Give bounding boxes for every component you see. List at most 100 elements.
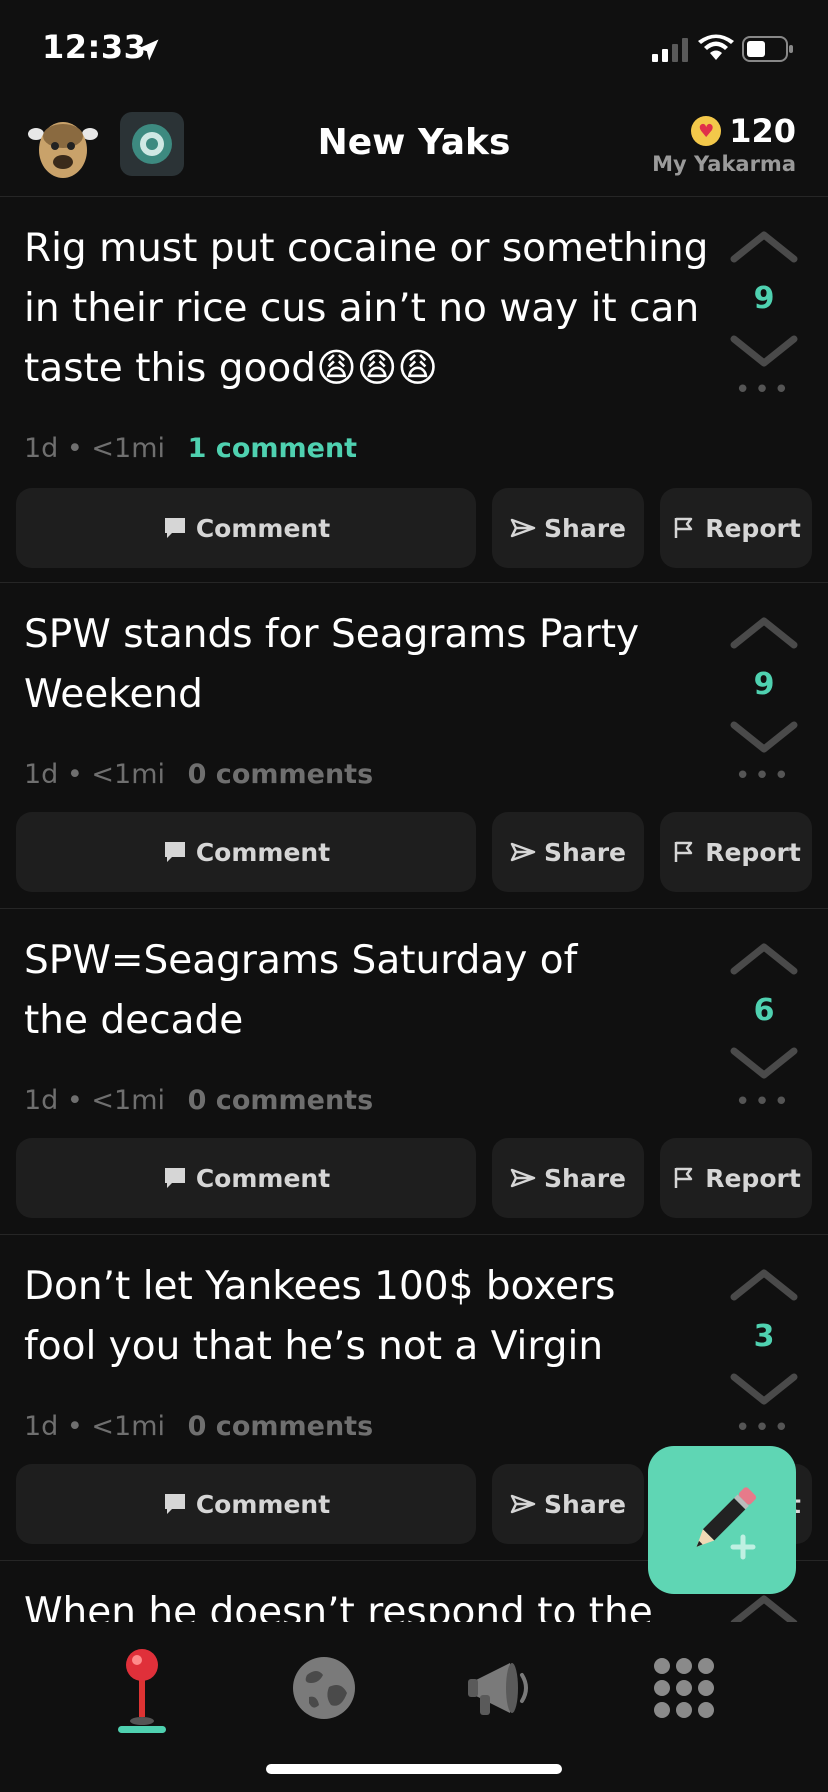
vote-score: 6 <box>753 993 775 1028</box>
post-actions: Comment Share Report <box>16 1138 812 1218</box>
wifi-icon <box>698 34 734 60</box>
share-button[interactable]: Share <box>492 1464 644 1544</box>
status-bar: 12:33 <box>0 0 828 100</box>
report-button-label: Report <box>705 1163 801 1193</box>
post-meta: 1d • <1mi 0 comments <box>24 759 374 790</box>
comment-button[interactable]: Comment <box>16 1464 476 1544</box>
post-text[interactable]: Don’t let Yankees 100$ boxers fool you t… <box>24 1257 664 1377</box>
post-age: 1d <box>24 1411 59 1442</box>
upvote-chevron-icon[interactable] <box>728 227 800 265</box>
more-options-icon[interactable]: ••• <box>728 1087 800 1117</box>
send-icon <box>510 842 536 862</box>
joystick-icon <box>126 1649 158 1725</box>
active-tab-indicator <box>118 1726 166 1733</box>
post-age: 1d <box>24 759 59 790</box>
post-distance: <1mi <box>91 433 166 464</box>
comment-count-link[interactable]: 1 comment <box>188 433 357 464</box>
report-button-label: Report <box>705 837 801 867</box>
post-distance: <1mi <box>91 1085 166 1116</box>
post-text[interactable]: SPW stands for Seagrams Party Weekend <box>24 605 714 725</box>
vote-control: 9 ••• <box>728 227 800 405</box>
grid-icon <box>654 1658 714 1718</box>
share-button[interactable]: Share <box>492 488 644 568</box>
more-options-icon[interactable]: ••• <box>728 761 800 791</box>
post-card: Rig must put cocaine or something in the… <box>0 197 828 583</box>
share-button[interactable]: Share <box>492 812 644 892</box>
comment-button-label: Comment <box>195 1163 331 1193</box>
yakarma-score[interactable]: ♥ 120 <box>691 112 796 150</box>
comment-bubble-icon <box>164 842 185 862</box>
comment-count-link[interactable]: 0 comments <box>188 1411 374 1442</box>
post-card: SPW=Seagrams Saturday of the decade 1d •… <box>0 909 828 1235</box>
comment-count-link[interactable]: 0 comments <box>188 1085 374 1116</box>
post-distance: <1mi <box>91 1411 166 1442</box>
nav-home[interactable] <box>92 1638 192 1738</box>
share-button-label: Share <box>544 1489 626 1519</box>
signal-icon <box>652 38 688 62</box>
vote-control: 3 ••• <box>728 1265 800 1443</box>
downvote-chevron-icon[interactable] <box>728 333 800 371</box>
more-options-icon[interactable]: ••• <box>728 375 800 405</box>
post-text[interactable]: SPW=Seagrams Saturday of the decade <box>24 931 624 1051</box>
share-button-label: Share <box>544 837 626 867</box>
post-age: 1d <box>24 433 59 464</box>
post-text[interactable]: When he doesn’t respond to the <box>24 1583 714 1622</box>
comment-button[interactable]: Comment <box>16 812 476 892</box>
post-text[interactable]: Rig must put cocaine or something in the… <box>24 219 714 399</box>
home-indicator[interactable] <box>266 1764 562 1774</box>
vote-control: 9 ••• <box>728 613 800 791</box>
megaphone-icon <box>468 1663 528 1715</box>
nav-announcements[interactable] <box>454 1638 554 1738</box>
flag-icon <box>674 1167 693 1188</box>
comment-bubble-icon <box>164 1494 185 1514</box>
post-card: SPW stands for Seagrams Party Weekend 1d… <box>0 583 828 909</box>
vote-score: 9 <box>753 667 775 702</box>
comment-button[interactable]: Comment <box>16 1138 476 1218</box>
comment-button[interactable]: Comment <box>16 488 476 568</box>
new-post-button[interactable] <box>648 1446 796 1594</box>
location-arrow-icon <box>137 39 159 61</box>
vote-control: 6 ••• <box>728 939 800 1117</box>
downvote-chevron-icon[interactable] <box>728 1371 800 1409</box>
heart-icon: ♥ <box>691 116 722 146</box>
post-meta: 1d • <1mi 1 comment <box>24 433 358 464</box>
yak-feed[interactable]: Rig must put cocaine or something in the… <box>0 197 828 1622</box>
upvote-chevron-icon[interactable] <box>728 613 800 651</box>
comment-bubble-icon <box>164 1168 185 1188</box>
report-button-label: Report <box>705 513 801 543</box>
comment-button-label: Comment <box>195 513 331 543</box>
share-button-label: Share <box>544 1163 626 1193</box>
report-button[interactable]: Report <box>660 1138 812 1218</box>
post-age: 1d <box>24 1085 59 1116</box>
nav-explore[interactable] <box>274 1638 374 1738</box>
comment-bubble-icon <box>164 518 185 538</box>
more-options-icon[interactable]: ••• <box>728 1413 800 1443</box>
status-time: 12:33 <box>42 28 147 66</box>
upvote-chevron-icon[interactable] <box>728 1265 800 1303</box>
report-button[interactable]: Report <box>660 812 812 892</box>
comment-count-link[interactable]: 0 comments <box>188 759 374 790</box>
upvote-chevron-icon[interactable] <box>728 1591 800 1622</box>
nav-more[interactable] <box>634 1638 734 1738</box>
report-button[interactable]: Report <box>660 488 812 568</box>
globe-icon <box>293 1657 355 1719</box>
send-icon <box>510 518 536 538</box>
yakarma-label: My Yakarma <box>652 152 796 176</box>
vote-control <box>728 1591 800 1622</box>
post-meta: 1d • <1mi 0 comments <box>24 1411 374 1442</box>
post-meta: 1d • <1mi 0 comments <box>24 1085 374 1116</box>
flag-icon <box>674 517 693 538</box>
battery-icon <box>742 36 793 62</box>
app-header: New Yaks ♥ 120 My Yakarma <box>0 100 828 197</box>
send-icon <box>510 1168 536 1188</box>
share-button-label: Share <box>544 513 626 543</box>
send-icon <box>510 1494 536 1514</box>
downvote-chevron-icon[interactable] <box>728 1045 800 1083</box>
share-button[interactable]: Share <box>492 1138 644 1218</box>
flag-icon <box>674 841 693 862</box>
downvote-chevron-icon[interactable] <box>728 719 800 757</box>
post-actions: Comment Share Report <box>16 812 812 892</box>
post-distance: <1mi <box>91 759 166 790</box>
upvote-chevron-icon[interactable] <box>728 939 800 977</box>
comment-button-label: Comment <box>195 1489 331 1519</box>
